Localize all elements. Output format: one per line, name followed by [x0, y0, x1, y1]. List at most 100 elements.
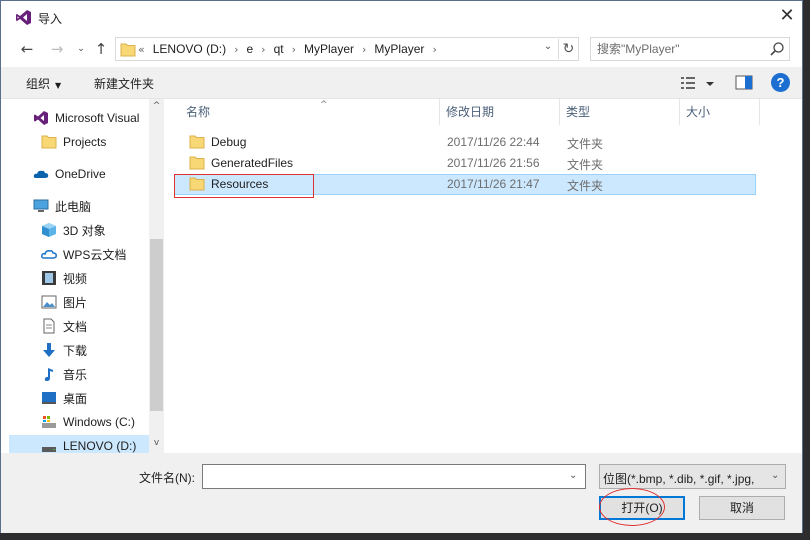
breadcrumb-item-lenovo[interactable]: LENOVO (D:)	[153, 42, 226, 56]
document-icon	[43, 318, 55, 334]
preview-pane-icon[interactable]	[735, 75, 753, 91]
wps-cloud-icon	[41, 250, 57, 259]
file-row-generatedfiles[interactable]: GeneratedFiles 2017/11/26 21:56 文件夹	[174, 153, 756, 174]
search-input[interactable]	[597, 41, 767, 57]
navigation-bar: ← → ⌄ ↑ « LENOVO (D:) › e › qt › MyPlaye…	[1, 35, 802, 63]
breadcrumb: « LENOVO (D:) › e › qt › MyPlayer › MyPl…	[138, 42, 445, 56]
chevron-down-icon: ▼	[55, 81, 62, 90]
up-button[interactable]: ↑	[91, 39, 111, 59]
filename-label: 文件名(N):	[139, 471, 195, 485]
scroll-down-icon[interactable]: v	[149, 438, 164, 448]
file-name: Debug	[211, 135, 247, 149]
column-header-name[interactable]: 名称 ^	[180, 99, 440, 125]
breadcrumb-item-myplayer-sub[interactable]: MyPlayer	[374, 42, 424, 56]
file-type-filter-value: 位图(*.bmp, *.dib, *.gif, *.jpg,	[603, 472, 755, 486]
organize-button[interactable]: 组织 ▼	[26, 75, 61, 92]
file-row-debug[interactable]: Debug 2017/11/26 22:44 文件夹	[174, 132, 756, 153]
title-bar: 导入 ✕	[1, 1, 802, 33]
computer-icon	[33, 199, 49, 212]
chevron-right-icon[interactable]: ›	[362, 43, 366, 56]
refresh-button[interactable]: ↻	[558, 39, 578, 59]
file-type: 文件夹	[567, 179, 604, 193]
sidebar-item-microsoft-visual[interactable]: Microsoft Visual	[33, 107, 139, 129]
scroll-up-icon[interactable]: ^	[149, 101, 164, 111]
column-header-type[interactable]: 类型	[560, 99, 680, 125]
sidebar-item-windows-c[interactable]: Windows (C:)	[41, 411, 135, 433]
search-box[interactable]	[590, 37, 790, 61]
breadcrumb-item-e[interactable]: e	[246, 42, 253, 56]
sidebar-item-documents[interactable]: 文档	[41, 315, 87, 337]
sidebar-item-wps-cloud[interactable]: WPS云文档	[41, 243, 126, 265]
sidebar-item-label: OneDrive	[55, 167, 106, 181]
chevron-right-icon[interactable]: ›	[261, 43, 265, 56]
sidebar-item-this-pc[interactable]: 此电脑	[33, 195, 91, 217]
file-date: 2017/11/26 22:44	[447, 135, 540, 149]
column-header-date[interactable]: 修改日期	[440, 99, 560, 125]
visual-studio-icon	[16, 10, 31, 25]
file-type-filter-select[interactable]: 位图(*.bmp, *.dib, *.gif, *.jpg, ⌄	[599, 464, 786, 489]
command-bar: 组织 ▼ 新建文件夹 ?	[1, 67, 802, 99]
scrollbar-thumb[interactable]	[150, 239, 163, 411]
address-dropdown-button[interactable]: ⌄	[540, 41, 556, 52]
search-icon[interactable]	[769, 41, 785, 57]
close-button[interactable]: ✕	[773, 5, 801, 29]
column-name-label: 名称	[186, 105, 211, 119]
video-icon	[42, 271, 56, 285]
chevron-right-icon[interactable]: ›	[432, 43, 436, 56]
drive-d-icon	[42, 447, 56, 452]
cloud-icon	[33, 170, 49, 178]
sidebar-item-videos[interactable]: 视频	[41, 267, 87, 289]
filename-input[interactable]	[207, 468, 562, 485]
sidebar-item-label: Projects	[63, 135, 107, 149]
chevron-down-icon: ⌄	[771, 470, 780, 481]
sidebar-item-3d-objects[interactable]: 3D 对象	[41, 219, 106, 241]
sidebar-item-label: 3D 对象	[63, 223, 106, 238]
cube-icon	[42, 223, 56, 237]
sidebar-item-label: 图片	[63, 295, 88, 310]
address-bar[interactable]: « LENOVO (D:) › e › qt › MyPlayer › MyPl…	[115, 37, 579, 61]
sidebar-item-pictures[interactable]: 图片	[41, 291, 87, 313]
help-icon[interactable]: ?	[771, 73, 790, 92]
background-window-edge	[803, 0, 810, 540]
sidebar-item-desktop[interactable]: 桌面	[41, 387, 87, 409]
drive-c-icon	[42, 416, 56, 428]
sidebar-item-label: Windows (C:)	[63, 415, 136, 429]
column-header-size[interactable]: 大小	[680, 99, 760, 125]
cancel-button[interactable]: 取消	[699, 496, 785, 520]
breadcrumb-item-myplayer[interactable]: MyPlayer	[304, 42, 354, 56]
sidebar-item-downloads[interactable]: 下载	[41, 339, 87, 361]
annotation-highlight-ellipse	[599, 488, 665, 526]
sidebar-item-label: 桌面	[63, 391, 88, 406]
sort-ascending-icon: ^	[320, 100, 328, 110]
file-date: 2017/11/26 21:56	[447, 156, 540, 170]
folder-icon	[120, 43, 136, 57]
filename-combobox[interactable]: ⌄	[202, 464, 586, 489]
sidebar-item-lenovo-d[interactable]: LENOVO (D:)	[9, 435, 157, 453]
sidebar-item-onedrive[interactable]: OneDrive	[33, 163, 106, 185]
desktop-icon	[42, 392, 56, 404]
chevron-right-icon[interactable]: ›	[234, 43, 238, 56]
breadcrumb-overflow[interactable]: «	[138, 43, 145, 56]
sidebar-item-music[interactable]: 音乐	[41, 363, 87, 385]
organize-label: 组织	[26, 77, 51, 91]
change-view-icon[interactable]	[680, 75, 716, 93]
dialog-footer: 文件名(N): ⌄ 位图(*.bmp, *.dib, *.gif, *.jpg,…	[1, 453, 802, 533]
sidebar-item-label: Microsoft Visual	[55, 111, 140, 125]
folder-icon	[189, 135, 205, 149]
breadcrumb-item-qt[interactable]: qt	[274, 42, 284, 56]
sidebar-item-projects[interactable]: Projects	[41, 131, 106, 153]
back-button[interactable]: ←	[17, 39, 37, 59]
file-date: 2017/11/26 21:47	[447, 177, 540, 191]
sidebar-item-label: 音乐	[63, 367, 88, 382]
recent-locations-button[interactable]: ⌄	[71, 39, 91, 59]
new-folder-button[interactable]: 新建文件夹	[94, 75, 154, 92]
file-list: 名称 ^ 修改日期 类型 大小 Debug 2017/11/26 22:44 文…	[167, 99, 802, 453]
import-dialog: 导入 ✕ ← → ⌄ ↑ « LENOVO (D:) › e › qt › My…	[0, 0, 803, 533]
chevron-right-icon[interactable]: ›	[292, 43, 296, 56]
picture-icon	[41, 295, 57, 309]
file-type: 文件夹	[567, 158, 604, 172]
sidebar-item-label: 视频	[63, 271, 88, 286]
chevron-down-icon[interactable]: ⌄	[569, 470, 577, 481]
navigation-pane-scrollbar[interactable]: ^ v	[149, 99, 164, 453]
forward-button[interactable]: →	[47, 39, 67, 59]
